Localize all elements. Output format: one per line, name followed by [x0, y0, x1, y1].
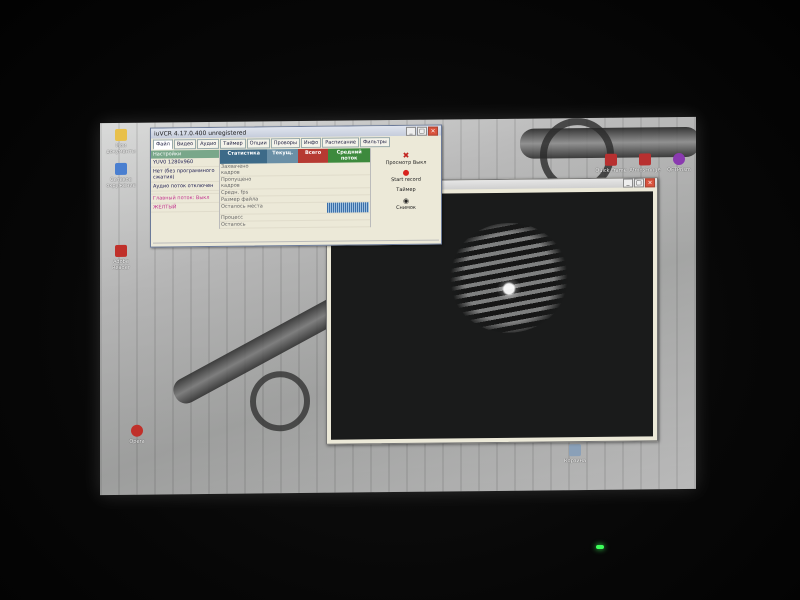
start-record-button[interactable]: Start record — [373, 169, 439, 184]
network-icon — [115, 162, 127, 175]
status-bar — [153, 239, 439, 245]
cell — [267, 214, 297, 220]
record-icon — [403, 169, 409, 176]
settings-row: ЖЕЛТЫЙ — [151, 202, 219, 213]
tab-providers[interactable]: Проворы — [270, 138, 300, 149]
iuvcr-body: Настройки YUV0 1280x960 Нет (без програм… — [151, 147, 441, 230]
cell — [328, 188, 370, 194]
desktop-screen: Мои документы Сетевое окружение Adobe Re… — [100, 116, 696, 496]
cell — [298, 189, 328, 195]
cell — [267, 176, 297, 188]
interference-fringe-image — [449, 222, 569, 334]
row-label: Захвачено кадров — [221, 163, 249, 176]
statistics-table: Статистика Текущ. Всего Средний поток За… — [219, 148, 371, 229]
tab-audio[interactable]: Аудио — [197, 138, 220, 150]
cell — [266, 203, 296, 213]
column-header: Текущ. — [267, 149, 298, 164]
preview-toggle-button[interactable]: ✖ Просмотр Выкл — [373, 151, 439, 167]
timer-button[interactable]: Таймер — [373, 187, 439, 194]
statistics-header: Статистика Текущ. Всего Средний поток — [220, 148, 371, 164]
desktop-icon-opera[interactable]: Opera — [120, 424, 154, 445]
row-label: Размер файла — [221, 196, 259, 203]
cell — [328, 175, 370, 187]
close-button[interactable]: × — [645, 178, 655, 188]
maximize-button[interactable]: □ — [634, 178, 644, 188]
snapshot-button[interactable]: ◉ Снимок — [373, 197, 439, 212]
snapshot-label: Снимок — [396, 204, 416, 212]
bitrate-meter — [327, 202, 369, 213]
tab-options[interactable]: Опции — [246, 138, 270, 149]
timer-label: Таймер — [396, 186, 416, 194]
desktop-icon-quick-frame[interactable]: Quick Frame — [594, 153, 628, 174]
tab-schedule[interactable]: Расписание — [322, 137, 359, 148]
power-led — [596, 545, 604, 549]
desktop-icon-recycle-bin[interactable]: Корзина — [558, 444, 592, 464]
folder-icon — [115, 128, 127, 141]
recycle-bin-icon — [569, 444, 581, 457]
desktop-icon-qftprism[interactable]: QFTPrism — [662, 152, 696, 173]
row-label: Процесс — [221, 214, 243, 221]
preview-label: Просмотр Выкл — [385, 159, 427, 167]
cell — [298, 163, 328, 175]
snapshot-icon: ◉ — [402, 196, 410, 205]
column-header: Всего — [297, 148, 329, 164]
cell — [328, 213, 370, 219]
control-panel: ✖ Просмотр Выкл Start record Таймер ◉ Сн… — [370, 147, 441, 228]
row-label: Осталось места — [221, 203, 263, 210]
maximize-button[interactable]: □ — [417, 126, 427, 136]
minimize-button[interactable]: _ — [406, 126, 416, 136]
cell — [326, 202, 370, 213]
tab-info[interactable]: Инфо — [300, 137, 322, 149]
record-label: Start record — [391, 176, 421, 184]
cell — [267, 196, 297, 202]
cell — [267, 163, 297, 175]
wallpaper-wheel-2 — [250, 370, 310, 432]
column-header: Статистика — [220, 149, 268, 164]
cell — [328, 162, 370, 174]
cell — [267, 221, 297, 227]
cell — [298, 176, 328, 188]
cell — [328, 195, 370, 201]
app-icon — [673, 152, 685, 166]
close-button[interactable]: × — [428, 126, 438, 136]
desktop-icon-network[interactable]: Сетевое окружение — [104, 162, 138, 189]
desktop-icon-atmosfringe[interactable]: AtmosFringe — [628, 153, 662, 174]
app-icon — [605, 153, 617, 166]
camera-icon: ✖ — [402, 150, 410, 160]
cell — [267, 189, 297, 195]
pdf-icon — [115, 244, 127, 257]
row-label: Средн. fps — [221, 189, 249, 196]
settings-row: Нет (без программного сжатия) — [151, 166, 219, 183]
tab-timer[interactable]: Таймер — [220, 138, 246, 149]
table-row: Осталось — [220, 220, 370, 229]
desktop-icon-documents[interactable]: Мои документы — [104, 128, 138, 155]
cell — [328, 220, 370, 226]
cell — [296, 203, 326, 213]
column-header: Средний поток — [328, 148, 371, 163]
app-icon — [639, 153, 651, 166]
tab-file[interactable]: Файл — [153, 139, 173, 150]
row-label: Осталось — [221, 221, 246, 228]
iuvcr-window[interactable]: iuVCR 4.17.0.400 unregistered _ □ × Файл… — [150, 124, 442, 248]
cell — [298, 221, 328, 227]
opera-icon — [131, 424, 143, 437]
row-label: Пропущено кадров — [221, 176, 252, 189]
cell — [298, 214, 328, 220]
settings-panel: Настройки YUV0 1280x960 Нет (без програм… — [151, 149, 219, 230]
tab-video[interactable]: Видео — [173, 139, 197, 150]
cell — [298, 196, 328, 202]
tab-filters[interactable]: Фильтры — [360, 137, 390, 148]
desktop-icon-adobe-reader[interactable]: Adobe Reader — [104, 244, 138, 271]
minimize-button[interactable]: _ — [623, 178, 633, 188]
